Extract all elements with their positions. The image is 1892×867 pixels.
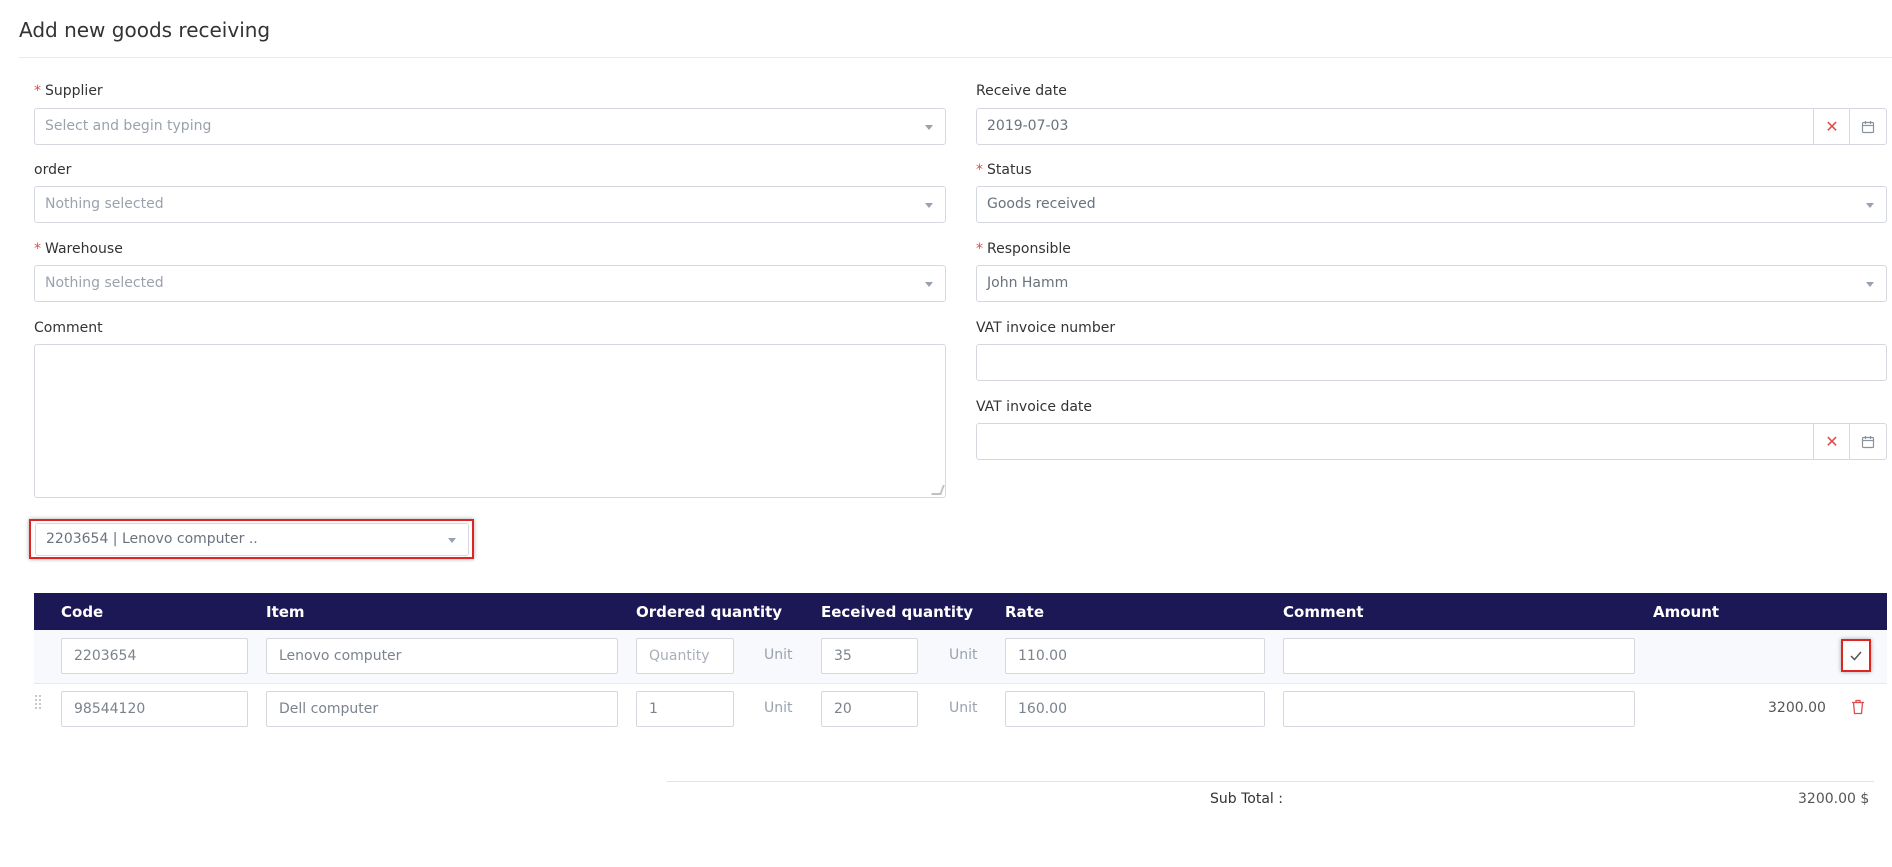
new-item-value: Lenovo computer <box>279 648 402 664</box>
clear-date-icon[interactable]: ✕ <box>1813 424 1850 459</box>
ordered-value: 1 <box>649 701 658 717</box>
col-code: Code <box>61 603 104 621</box>
order-select[interactable]: Nothing selected <box>34 186 946 223</box>
col-item: Item <box>266 603 305 621</box>
subtotal-label: Sub Total : <box>1210 791 1283 807</box>
unit-label: Unit <box>949 647 978 663</box>
supplier-label-text: Supplier <box>45 83 103 99</box>
warehouse-label: * Warehouse <box>34 241 123 257</box>
new-item-input[interactable]: Lenovo computer <box>266 638 618 674</box>
drag-handle-icon[interactable] <box>34 694 42 710</box>
col-received-quantity: Eeceived quantity <box>821 603 974 621</box>
item-select[interactable]: 2203654 | Lenovo computer .. <box>35 523 469 556</box>
supplier-select[interactable]: Select and begin typing <box>34 108 946 145</box>
title-divider <box>19 57 1892 58</box>
comment-input[interactable] <box>1283 691 1635 727</box>
responsible-value: John Hamm <box>987 275 1069 291</box>
delete-row-button[interactable] <box>1851 699 1865 715</box>
responsible-select[interactable]: John Hamm <box>976 265 1887 302</box>
col-comment: Comment <box>1283 603 1364 621</box>
receive-date-value: 2019-07-03 <box>987 118 1069 134</box>
warehouse-select[interactable]: Nothing selected <box>34 265 946 302</box>
item-select-value: 2203654 | Lenovo computer .. <box>46 531 258 547</box>
ordered-input[interactable]: 1 <box>636 691 734 727</box>
calendar-icon[interactable] <box>1849 109 1886 144</box>
vat-invoice-date-input[interactable]: ✕ <box>976 423 1887 460</box>
table-row-new: 2203654 Lenovo computer Quantity Unit 35… <box>34 630 1887 684</box>
table-row: 98544120 Dell computer 1 Unit 20 Unit 16… <box>34 684 1887 738</box>
received-input[interactable]: 20 <box>821 691 918 727</box>
order-label: order <box>34 162 72 178</box>
col-amount: Amount <box>1653 603 1720 621</box>
responsible-label: * Responsible <box>976 241 1071 257</box>
status-label: * Status <box>976 162 1032 178</box>
chevron-down-icon <box>925 282 933 287</box>
received-value: 20 <box>834 701 852 717</box>
clear-date-icon[interactable]: ✕ <box>1813 109 1850 144</box>
item-input[interactable]: Dell computer <box>266 691 618 727</box>
required-mark: * <box>976 241 983 257</box>
subtotal-divider <box>667 781 1874 782</box>
unit-label: Unit <box>764 647 793 663</box>
supplier-label: * Supplier <box>34 83 103 99</box>
new-received-input[interactable]: 35 <box>821 638 918 674</box>
new-rate-input[interactable]: 110.00 <box>1005 638 1265 674</box>
col-rate: Rate <box>1005 603 1045 621</box>
subtotal-value: 3200.00 $ <box>1798 791 1870 807</box>
required-mark: * <box>976 162 983 178</box>
new-ordered-input[interactable]: Quantity <box>636 638 734 674</box>
new-comment-input[interactable] <box>1283 638 1635 674</box>
amount-value: 3200.00 <box>1768 700 1826 716</box>
new-ordered-placeholder: Quantity <box>649 648 710 664</box>
rate-input[interactable]: 160.00 <box>1005 691 1265 727</box>
comment-textarea[interactable] <box>34 344 946 498</box>
unit-label: Unit <box>764 700 793 716</box>
code-input[interactable]: 98544120 <box>61 691 248 727</box>
unit-label: Unit <box>949 700 978 716</box>
required-mark: * <box>34 83 41 99</box>
chevron-down-icon <box>925 203 933 208</box>
confirm-row-button[interactable] <box>1841 639 1871 672</box>
new-code-input[interactable]: 2203654 <box>61 638 248 674</box>
trash-icon <box>1852 699 1864 715</box>
status-select[interactable]: Goods received <box>976 186 1887 223</box>
new-received-value: 35 <box>834 648 852 664</box>
resize-handle[interactable] <box>931 485 945 495</box>
rate-value: 160.00 <box>1018 701 1067 717</box>
new-rate-value: 110.00 <box>1018 648 1067 664</box>
chevron-down-icon <box>1866 203 1874 208</box>
calendar-icon[interactable] <box>1849 424 1886 459</box>
page-title: Add new goods receiving <box>19 18 271 42</box>
col-ordered-quantity: Ordered quantity <box>636 603 783 621</box>
responsible-label-text: Responsible <box>987 241 1071 257</box>
chevron-down-icon <box>925 125 933 130</box>
warehouse-label-text: Warehouse <box>45 241 123 257</box>
receive-date-input[interactable]: 2019-07-03 ✕ <box>976 108 1887 145</box>
warehouse-placeholder: Nothing selected <box>45 275 164 291</box>
order-placeholder: Nothing selected <box>45 196 164 212</box>
receive-date-label: Receive date <box>976 83 1067 99</box>
supplier-placeholder: Select and begin typing <box>45 118 212 134</box>
chevron-down-icon <box>1866 282 1874 287</box>
vat-invoice-number-label: VAT invoice number <box>976 320 1116 336</box>
vat-invoice-number-input[interactable] <box>976 344 1887 381</box>
status-label-text: Status <box>987 162 1032 178</box>
check-icon <box>1850 651 1862 661</box>
vat-invoice-date-label: VAT invoice date <box>976 399 1093 415</box>
comment-label: Comment <box>34 320 103 336</box>
chevron-down-icon <box>448 538 456 543</box>
items-table-header: Code Item Ordered quantity Eeceived quan… <box>34 593 1887 630</box>
required-mark: * <box>34 241 41 257</box>
status-value: Goods received <box>987 196 1096 212</box>
code-value: 98544120 <box>74 701 146 717</box>
new-code-value: 2203654 <box>74 648 137 664</box>
item-value: Dell computer <box>279 701 379 717</box>
